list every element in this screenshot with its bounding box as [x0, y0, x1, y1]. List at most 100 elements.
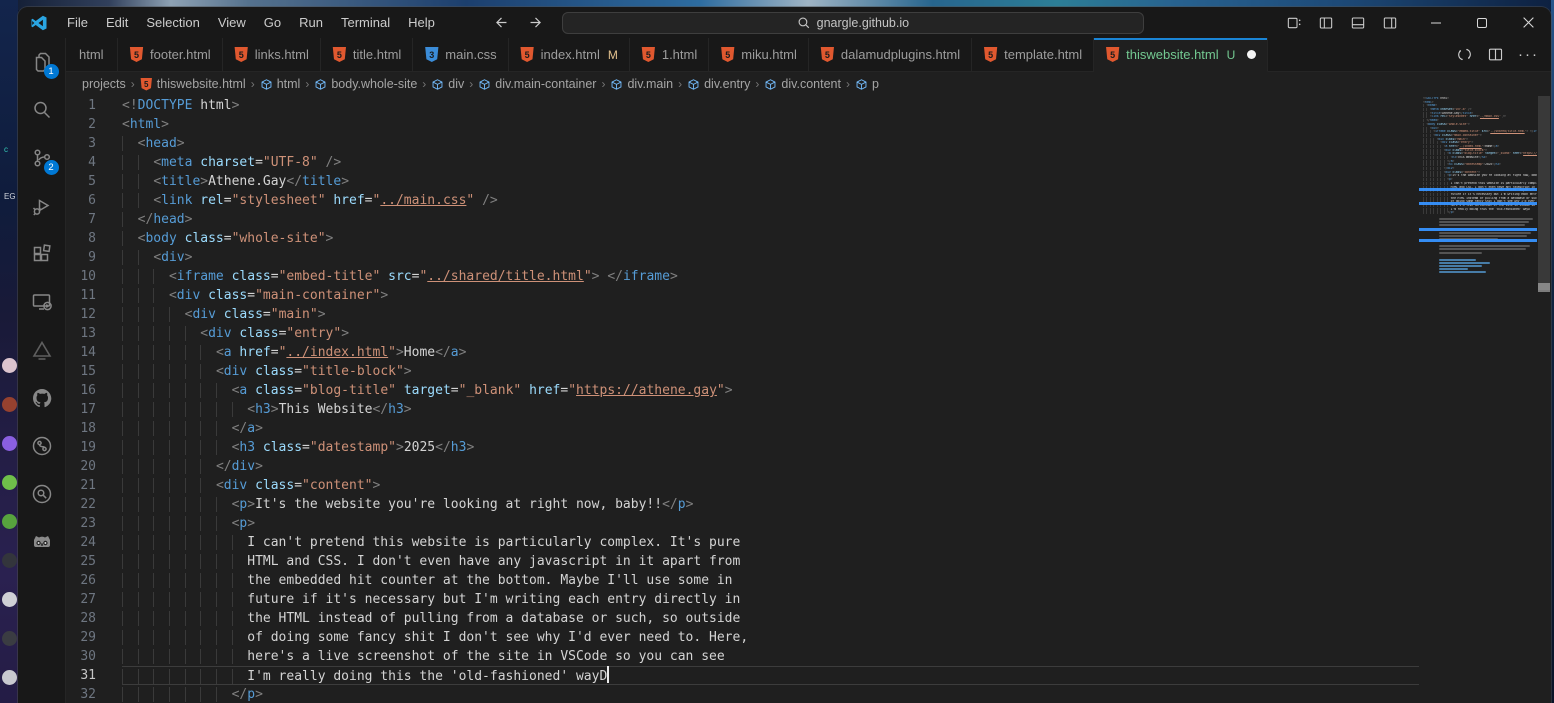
breadcrumb-div-main-container[interactable]: div.main-container: [478, 77, 596, 91]
tab-miku-html[interactable]: 5miku.html: [709, 38, 809, 71]
code-editor[interactable]: 1<!DOCTYPE html>2<html>3 <head>4 <meta c…: [66, 96, 1551, 703]
code-line-11[interactable]: 11 <div class="main-container">: [66, 286, 1419, 305]
activity-extensions-icon[interactable]: [18, 230, 66, 278]
tab-1-html[interactable]: 51.html: [630, 38, 709, 71]
customize-layout-icon[interactable]: [1281, 11, 1307, 35]
code-line-2[interactable]: 2<html>: [66, 115, 1419, 134]
activity-source-control-icon[interactable]: 2: [18, 134, 66, 182]
tab-footer-html[interactable]: 5footer.html: [118, 38, 223, 71]
tab-dalamudplugins-html[interactable]: 5dalamudplugins.html: [809, 38, 972, 71]
code-line-7[interactable]: 7 </head>: [66, 210, 1419, 229]
code-line-25[interactable]: 25 HTML and CSS. I don't even have any j…: [66, 552, 1419, 571]
activity-triangle-extension-icon[interactable]: [18, 326, 66, 374]
menu-view[interactable]: View: [209, 11, 255, 34]
desktop-dock-avatar: [2, 436, 17, 451]
activity-remote-explorer-icon[interactable]: [18, 278, 66, 326]
minimap[interactable]: <!DOCTYPE html><html> <head> <meta chars…: [1419, 96, 1537, 703]
code-line-26[interactable]: 26 the embedded hit counter at the botto…: [66, 571, 1419, 590]
code-line-15[interactable]: 15 <div class="title-block">: [66, 362, 1419, 381]
code-line-32[interactable]: 32 </p>: [66, 685, 1419, 703]
html-file-icon: 5: [140, 78, 153, 91]
code-line-18[interactable]: 18 </a>: [66, 419, 1419, 438]
tab-template-html[interactable]: 5template.html: [972, 38, 1094, 71]
split-editor-icon[interactable]: [1487, 46, 1504, 63]
menu-edit[interactable]: Edit: [97, 11, 137, 34]
breadcrumb-html[interactable]: html: [260, 77, 301, 91]
line-content: <h3>This Website</h3>: [122, 400, 1419, 419]
toggle-secondary-sidebar-icon[interactable]: [1377, 11, 1403, 35]
symbol-cube-icon: [764, 78, 777, 91]
activity-search-icon[interactable]: [18, 86, 66, 134]
code-line-12[interactable]: 12 <div class="main">: [66, 305, 1419, 324]
breadcrumb-div-main[interactable]: div.main: [610, 77, 673, 91]
more-actions-icon[interactable]: ···: [1518, 50, 1539, 60]
tab-index-html[interactable]: 5index.htmlM: [509, 38, 630, 71]
code-line-10[interactable]: 10 <iframe class="embed-title" src="../s…: [66, 267, 1419, 286]
activity-git-graph-icon[interactable]: [18, 422, 66, 470]
toggle-panel-icon[interactable]: [1345, 11, 1371, 35]
maximize-button[interactable]: [1459, 7, 1505, 38]
activity-run-and-debug-icon[interactable]: [18, 182, 66, 230]
code-line-27[interactable]: 27 future if it's necessary but I'm writ…: [66, 590, 1419, 609]
code-line-4[interactable]: 4 <meta charset="UTF-8" />: [66, 153, 1419, 172]
menu-go[interactable]: Go: [255, 11, 290, 34]
toggle-primary-sidebar-icon[interactable]: [1313, 11, 1339, 35]
code-line-22[interactable]: 22 <p>It's the website you're looking at…: [66, 495, 1419, 514]
open-changes-icon[interactable]: [1456, 46, 1473, 63]
code-line-17[interactable]: 17 <h3>This Website</h3>: [66, 400, 1419, 419]
minimize-button[interactable]: [1413, 7, 1459, 38]
code-line-30[interactable]: 30 here's a live screenshot of the site …: [66, 647, 1419, 666]
tab-links-html[interactable]: 5links.html: [223, 38, 321, 71]
breadcrumb-projects[interactable]: projects: [82, 77, 126, 91]
menu-file[interactable]: File: [58, 11, 97, 34]
forward-arrow-icon[interactable]: [524, 11, 548, 35]
code-line-23[interactable]: 23 <p>: [66, 514, 1419, 533]
code-line-6[interactable]: 6 <link rel="stylesheet" href="../main.c…: [66, 191, 1419, 210]
menu-help[interactable]: Help: [399, 11, 444, 34]
html-file-icon: 5: [1105, 47, 1120, 62]
code-line-20[interactable]: 20 </div>: [66, 457, 1419, 476]
unsaved-dot-icon[interactable]: [1247, 50, 1256, 59]
code-line-16[interactable]: 16 <a class="blog-title" target="_blank"…: [66, 381, 1419, 400]
vscode-logo-icon[interactable]: [30, 14, 48, 32]
code-line-5[interactable]: 5 <title>Athene.Gay</title>: [66, 172, 1419, 191]
code-line-8[interactable]: 8 <body class="whole-site">: [66, 229, 1419, 248]
code-line-14[interactable]: 14 <a href="../index.html">Home</a>: [66, 343, 1419, 362]
menu-run[interactable]: Run: [290, 11, 332, 34]
code-line-1[interactable]: 1<!DOCTYPE html>: [66, 96, 1419, 115]
breadcrumb-div-entry[interactable]: div.entry: [687, 77, 750, 91]
scrollbar[interactable]: [1537, 96, 1551, 703]
line-content: <div class="content">: [122, 476, 1419, 495]
close-button[interactable]: [1505, 7, 1551, 38]
code-line-24[interactable]: 24 I can't pretend this website is parti…: [66, 533, 1419, 552]
back-arrow-icon[interactable]: [490, 11, 514, 35]
menu-selection[interactable]: Selection: [137, 11, 208, 34]
breadcrumb-div-content[interactable]: div.content: [764, 77, 841, 91]
code-line-19[interactable]: 19 <h3 class="datestamp">2025</h3>: [66, 438, 1419, 457]
html-file-icon: 5: [129, 47, 144, 62]
tab-title-html[interactable]: 5title.html: [321, 38, 413, 71]
code-line-21[interactable]: 21 <div class="content">: [66, 476, 1419, 495]
tab-main-css[interactable]: 3main.css: [413, 38, 508, 71]
activity-explorer-icon[interactable]: 1: [18, 38, 66, 86]
code-lines[interactable]: 1<!DOCTYPE html>2<html>3 <head>4 <meta c…: [66, 96, 1419, 703]
breadcrumb-p[interactable]: p: [855, 77, 879, 91]
activity-code-search-icon[interactable]: [18, 470, 66, 518]
activity-godot-tools-icon[interactable]: [18, 518, 66, 566]
code-line-31[interactable]: 31 I'm really doing this the 'old-fashio…: [66, 666, 1419, 685]
command-center-search[interactable]: gnargle.github.io: [562, 12, 1144, 34]
scrollbar-thumb[interactable]: [1538, 96, 1550, 290]
activity-github-icon[interactable]: [18, 374, 66, 422]
code-line-28[interactable]: 28 the HTML instead of pulling from a da…: [66, 609, 1419, 628]
code-line-29[interactable]: 29 of doing some fancy shit I don't see …: [66, 628, 1419, 647]
breadcrumb-thiswebsite-html[interactable]: 5thiswebsite.html: [140, 77, 246, 91]
tab-thiswebsite-html[interactable]: 5thiswebsite.htmlU: [1094, 38, 1268, 72]
code-line-9[interactable]: 9 <div>: [66, 248, 1419, 267]
menu-terminal[interactable]: Terminal: [332, 11, 399, 34]
tab-html[interactable]: html: [66, 38, 118, 71]
code-line-13[interactable]: 13 <div class="entry">: [66, 324, 1419, 343]
code-line-3[interactable]: 3 <head>: [66, 134, 1419, 153]
breadcrumb-body-whole-site[interactable]: body.whole-site: [314, 77, 417, 91]
line-content: <div>: [122, 248, 1419, 267]
breadcrumb-div[interactable]: div: [431, 77, 464, 91]
